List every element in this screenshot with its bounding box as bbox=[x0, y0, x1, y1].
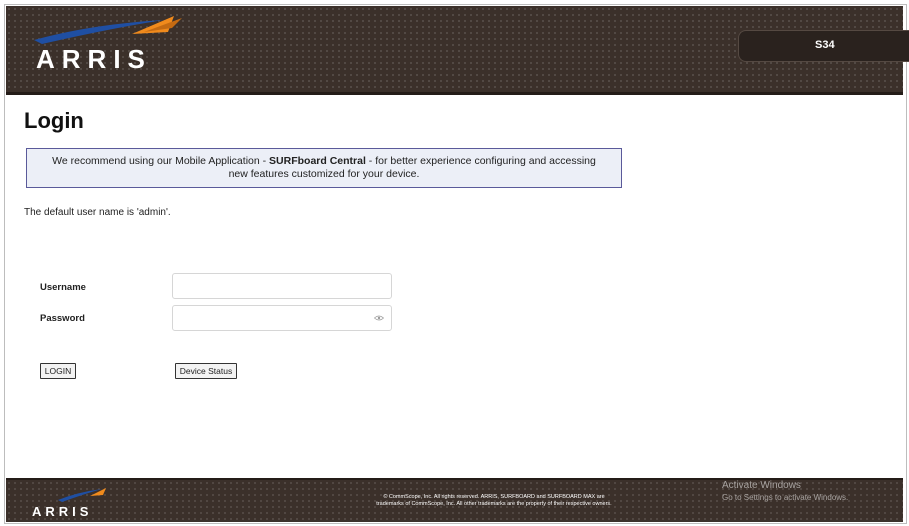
default-user-note: The default user name is 'admin'. bbox=[24, 207, 171, 218]
footer-brand-logo: ARRIS bbox=[32, 504, 93, 519]
arris-swoosh-icon bbox=[58, 488, 106, 502]
model-name: S34 bbox=[815, 39, 835, 51]
activate-windows-title: Activate Windows bbox=[722, 480, 801, 491]
eye-icon[interactable] bbox=[374, 315, 384, 321]
password-label: Password bbox=[40, 313, 85, 324]
login-button[interactable]: LOGIN bbox=[40, 363, 76, 379]
activate-windows-subtitle: Go to Settings to activate Windows. bbox=[722, 493, 849, 502]
copyright-text: © CommScope, Inc. All rights reserved. A… bbox=[376, 494, 612, 507]
header-bar: ARRIS S34 bbox=[6, 6, 909, 95]
arris-swoosh-icon bbox=[34, 16, 182, 44]
brand-logo: ARRIS bbox=[36, 44, 152, 74]
recommend-line-2: new features customized for your device. bbox=[228, 168, 420, 180]
app-name: SURFboard Central bbox=[269, 155, 366, 167]
recommend-line-1: We recommend using our Mobile Applicatio… bbox=[52, 155, 596, 167]
username-input[interactable] bbox=[172, 273, 392, 299]
page-title: Login bbox=[24, 108, 84, 133]
username-label: Username bbox=[40, 282, 86, 293]
recommend-banner: We recommend using our Mobile Applicatio… bbox=[26, 148, 622, 188]
device-status-button[interactable]: Device Status bbox=[175, 363, 237, 379]
password-input[interactable] bbox=[172, 305, 392, 331]
model-badge: S34 bbox=[738, 30, 909, 62]
